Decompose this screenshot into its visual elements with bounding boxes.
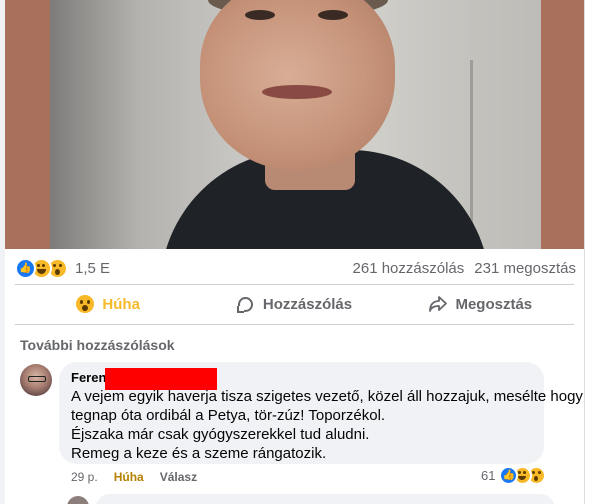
post-card: 👍 1,5 E 261 hozzászólás 231 megosztás Húh… (5, 0, 584, 504)
comment-line: Remeg a keze és a szeme rángatozik. (71, 445, 327, 462)
react-label: Húha (102, 295, 140, 313)
mouth (262, 85, 332, 99)
comment-time[interactable]: 29 p. (71, 470, 98, 484)
engagement-counts: 261 hozzászólás 231 megosztás (353, 260, 576, 277)
comment-bubble: Ferenc A vejem egyik haverja tisza szige… (59, 362, 583, 464)
comments-count[interactable]: 261 hozzászólás (353, 260, 465, 277)
like-icon: 👍 (15, 258, 36, 279)
wow-icon (76, 295, 95, 313)
comment-line: A vejem egyik haverja tisza szigetes vez… (71, 388, 583, 405)
react-button[interactable]: Húha (15, 287, 201, 321)
share-button[interactable]: Megosztás (388, 287, 574, 321)
avatar[interactable] (67, 496, 89, 504)
right-scroll-strip (584, 0, 600, 504)
shares-count[interactable]: 231 megosztás (474, 260, 576, 277)
avatar[interactable] (20, 364, 52, 396)
comment-react-link[interactable]: Húha (114, 470, 144, 484)
reaction-summary[interactable]: 👍 1,5 E (15, 258, 110, 279)
comment-bubble-icon (237, 295, 255, 313)
comment-button[interactable]: Hozzászólás (201, 287, 387, 321)
comment-reaction-count: 61 (481, 468, 496, 483)
video-thumbnail[interactable] (5, 0, 584, 249)
comment-text: A vejem egyik haverja tisza szigetes vez… (71, 387, 583, 463)
divider (15, 284, 574, 285)
divider (15, 324, 574, 325)
post-action-bar: Húha Hozzászólás Megosztás (15, 287, 574, 321)
share-label: Megosztás (455, 295, 533, 313)
left-eye (245, 10, 275, 20)
reply-link[interactable]: Válasz (160, 470, 197, 484)
comment-label: Hozzászólás (262, 295, 353, 313)
comment-line: Éjszaka már csak gyógyszerekkel tud alud… (71, 426, 370, 443)
comment-reactions[interactable]: 61 👍 (481, 466, 547, 485)
person-face (200, 0, 395, 170)
video-frame[interactable] (50, 0, 541, 249)
next-comment-bubble (95, 494, 555, 504)
right-eye (318, 10, 348, 20)
share-arrow-icon (429, 295, 448, 313)
comment-meta: 29 p. Húha Válasz (71, 470, 213, 484)
comment-line: tegnap óta ordibál a Petya, tör-zúz! Top… (71, 407, 386, 424)
post-stats: 👍 1,5 E 261 hozzászólás 231 megosztás (5, 254, 584, 282)
reaction-count[interactable]: 1,5 E (75, 260, 110, 277)
more-comments-link[interactable]: További hozzászólások (20, 337, 175, 353)
